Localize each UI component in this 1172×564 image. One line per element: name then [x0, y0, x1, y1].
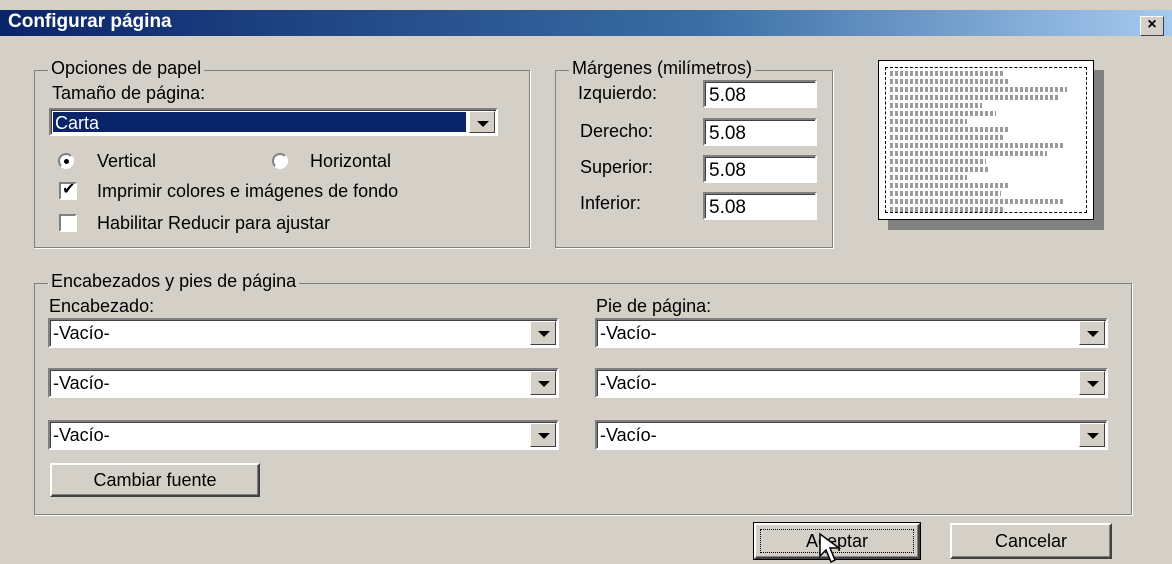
margin-top-label: Superior: — [580, 157, 654, 177]
footer-label: Pie de página: — [596, 296, 712, 316]
chevron-down-icon — [538, 331, 550, 337]
margin-right-input[interactable]: 5.08 — [703, 118, 817, 146]
chevron-down-icon — [538, 381, 550, 387]
chevron-down-icon — [538, 433, 550, 439]
print-background-checkbox[interactable]: ✔ — [59, 181, 77, 200]
chevron-down-icon — [1087, 381, 1099, 387]
page-preview — [878, 60, 1094, 220]
margin-left-value: 5.08 — [709, 85, 746, 106]
margins-legend: Márgenes (milímetros) — [569, 58, 756, 79]
page-size-label: Tamaño de página: — [52, 83, 206, 103]
chevron-down-icon — [1087, 331, 1099, 337]
footer-dropdown-button-3[interactable] — [1079, 423, 1105, 447]
cancel-label: Cancelar — [994, 531, 1068, 551]
margin-bottom-label: Inferior: — [580, 193, 642, 213]
header-dropdown-button-2[interactable] — [530, 371, 556, 395]
page-size-value: Carta — [53, 112, 466, 133]
margin-top-value: 5.08 — [709, 160, 746, 181]
page-setup-dialog: Configurar página × Opciones de papel Ta… — [0, 0, 1172, 564]
portrait-label[interactable]: Vertical — [97, 151, 156, 172]
portrait-radio[interactable] — [58, 153, 74, 169]
change-font-button[interactable]: Cambiar fuente — [50, 463, 260, 497]
header-value-1: -Vacío- — [53, 323, 110, 343]
headers-footers-legend: Encabezados y pies de página — [48, 271, 300, 292]
margin-right-value: 5.08 — [709, 123, 746, 144]
header-select-3[interactable]: -Vacío- — [48, 420, 559, 450]
landscape-radio[interactable] — [272, 153, 288, 169]
chevron-down-icon — [477, 121, 489, 127]
close-icon: × — [1147, 16, 1157, 33]
footer-value-2: -Vacío- — [600, 373, 657, 393]
page-size-dropdown-button[interactable] — [469, 111, 495, 133]
radio-selected-dot — [64, 159, 69, 164]
header-select-1[interactable]: -Vacío- — [48, 318, 559, 348]
shrink-to-fit-label[interactable]: Habilitar Reducir para ajustar — [97, 213, 330, 234]
cancel-button[interactable]: Cancelar — [950, 523, 1112, 559]
change-font-label: Cambiar fuente — [93, 470, 217, 490]
paper-options-legend: Opciones de papel — [48, 58, 205, 79]
margin-top-input[interactable]: 5.08 — [703, 155, 817, 183]
page-preview-content — [885, 67, 1087, 213]
dialog-title: Configurar página — [8, 11, 172, 32]
footer-dropdown-button-2[interactable] — [1079, 371, 1105, 395]
header-dropdown-button-3[interactable] — [530, 423, 556, 447]
check-icon: ✔ — [62, 181, 76, 198]
margin-bottom-value: 5.08 — [709, 197, 746, 218]
mouse-pointer-icon — [819, 532, 842, 564]
page-size-select[interactable]: Carta — [49, 108, 498, 136]
shrink-to-fit-checkbox[interactable] — [59, 214, 77, 232]
header-select-2[interactable]: -Vacío- — [48, 368, 559, 398]
margin-bottom-input[interactable]: 5.08 — [703, 192, 817, 220]
header-value-2: -Vacío- — [53, 373, 110, 393]
footer-dropdown-button-1[interactable] — [1079, 321, 1105, 345]
footer-value-1: -Vacío- — [600, 323, 657, 343]
header-dropdown-button-1[interactable] — [530, 321, 556, 345]
footer-value-3: -Vacío- — [600, 425, 657, 445]
margin-left-label: Izquierdo: — [578, 83, 658, 103]
footer-select-1[interactable]: -Vacío- — [595, 318, 1108, 348]
margin-left-input[interactable]: 5.08 — [703, 80, 817, 108]
chevron-down-icon — [1087, 433, 1099, 439]
landscape-label[interactable]: Horizontal — [310, 151, 391, 172]
header-value-3: -Vacío- — [53, 425, 110, 445]
margin-right-label: Derecho: — [580, 121, 654, 141]
print-background-label[interactable]: Imprimir colores e imágenes de fondo — [97, 181, 398, 202]
footer-select-3[interactable]: -Vacío- — [595, 420, 1108, 450]
close-button[interactable]: × — [1140, 16, 1164, 36]
header-label: Encabezado: — [49, 296, 155, 316]
footer-select-2[interactable]: -Vacío- — [595, 368, 1108, 398]
title-bar[interactable]: Configurar página — [0, 10, 1172, 36]
